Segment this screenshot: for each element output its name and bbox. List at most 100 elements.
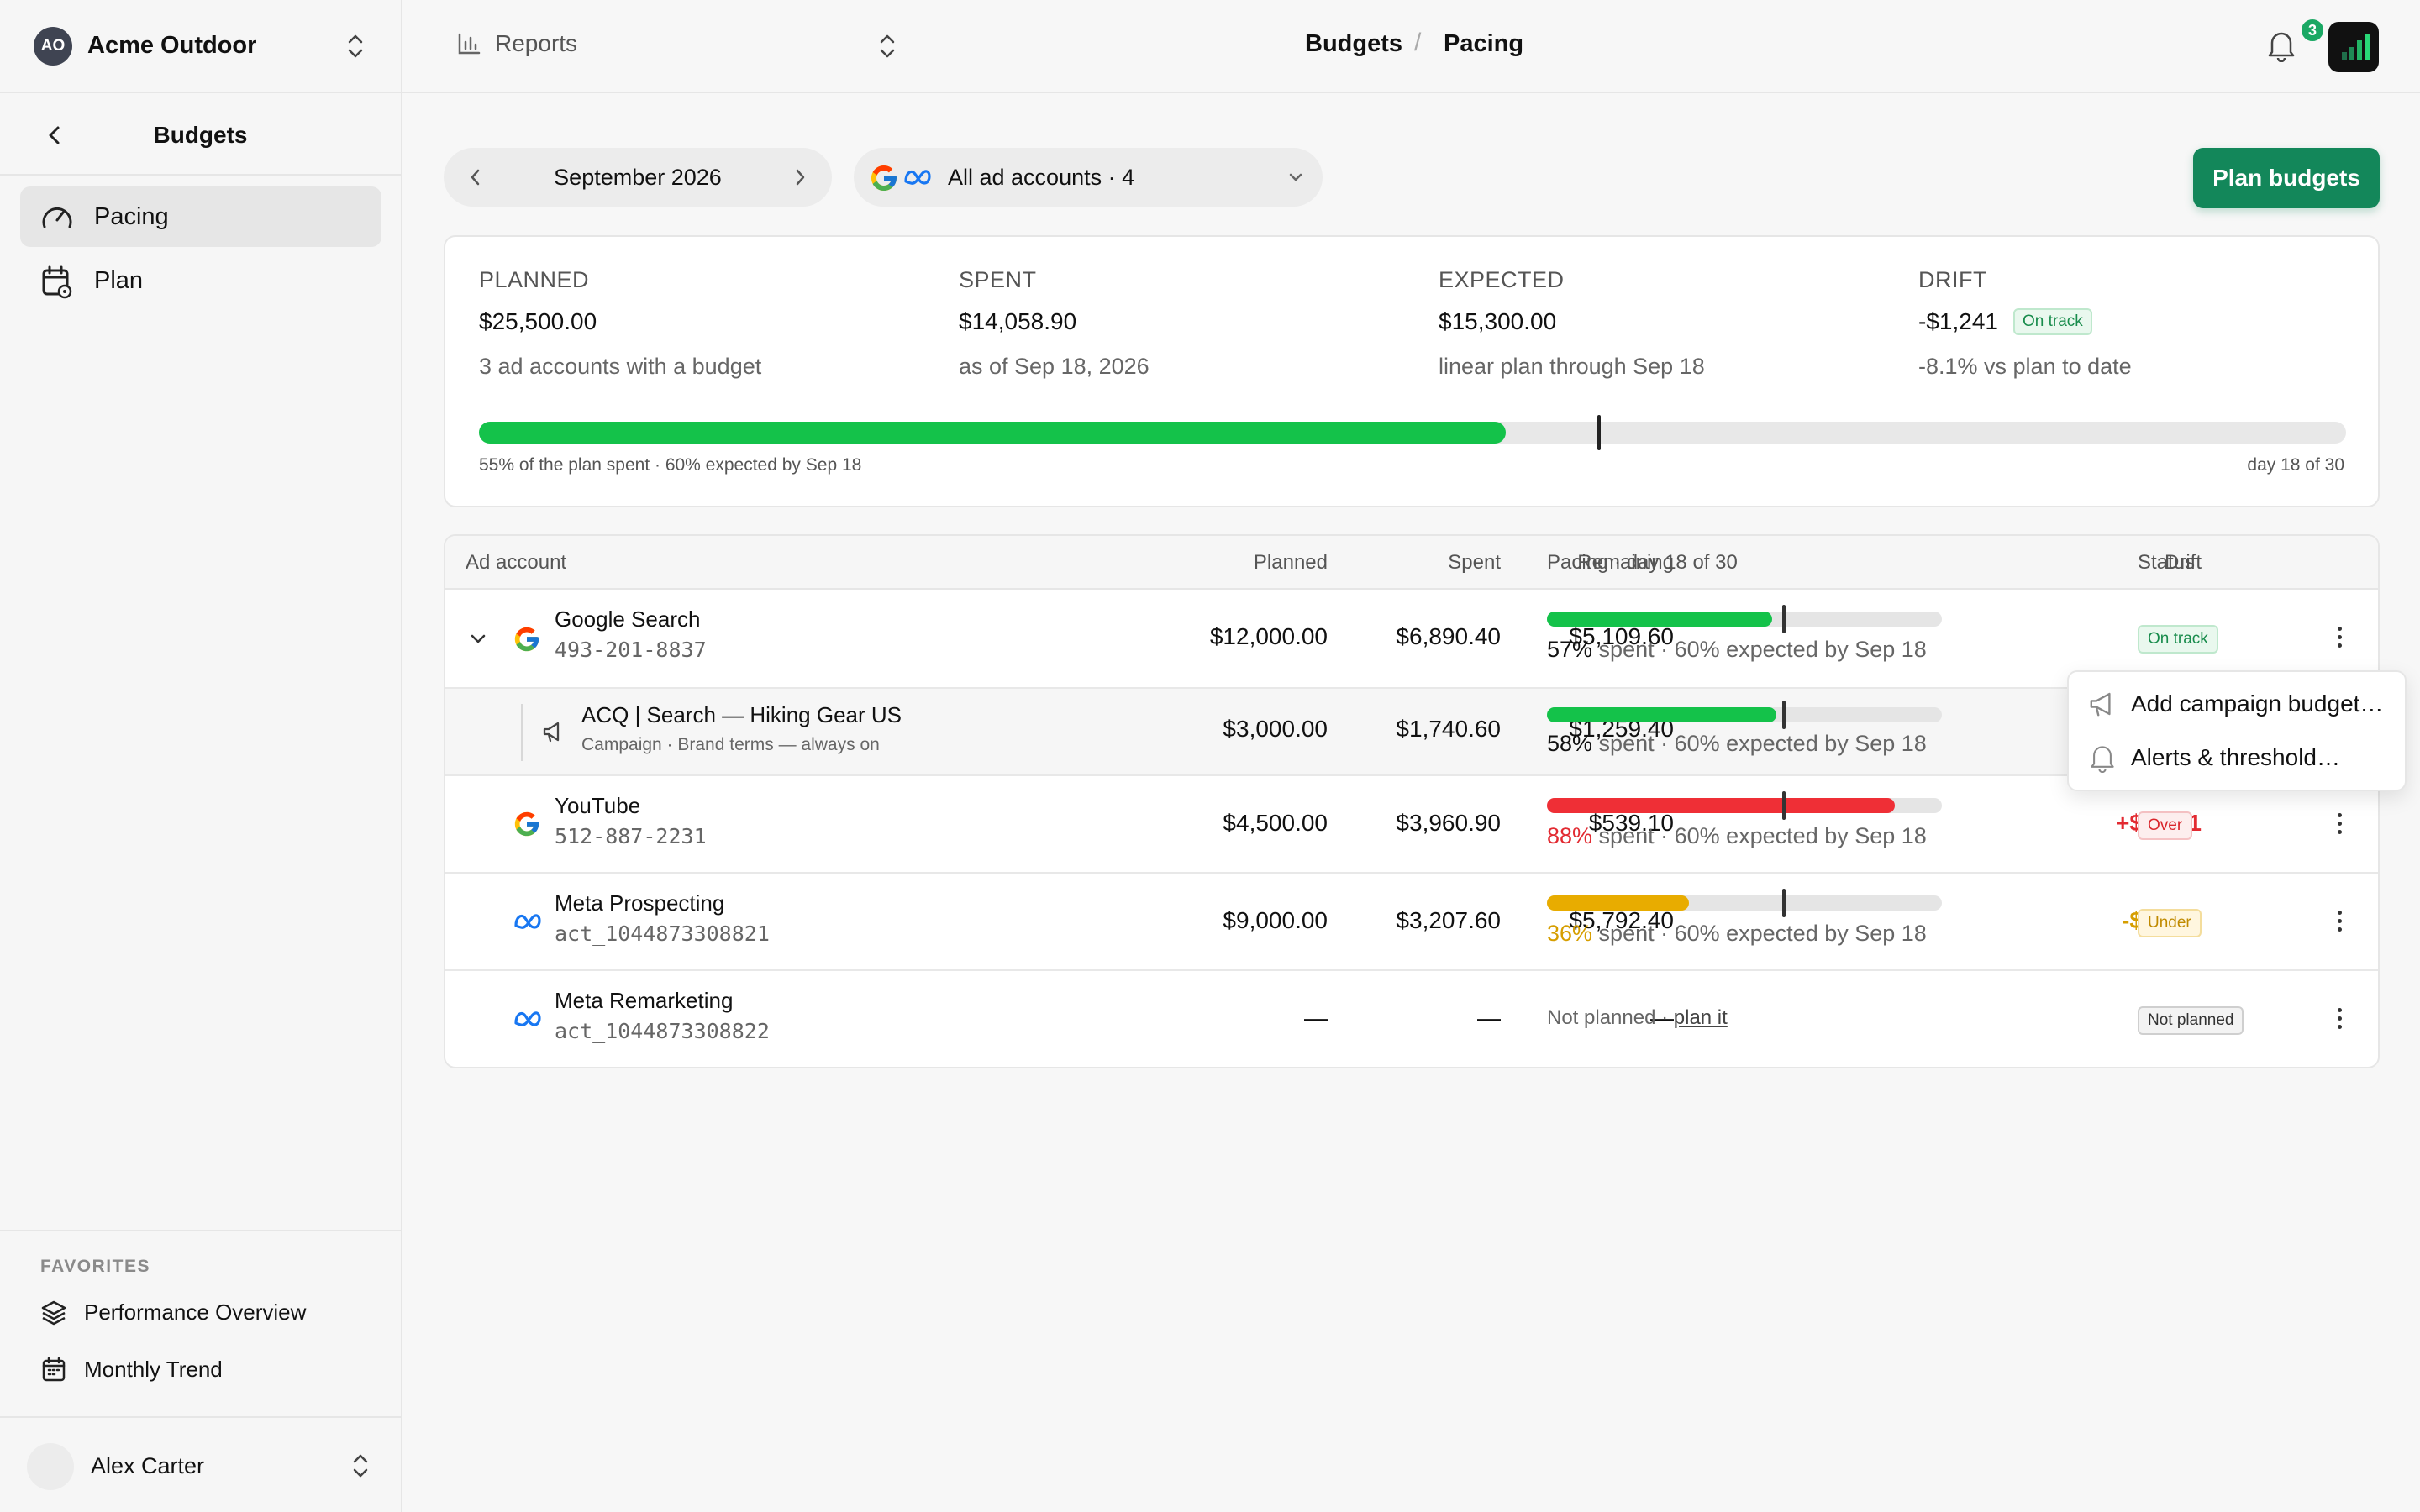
account-id: act_1044873308822 — [555, 1019, 770, 1043]
pacing-text: 57% spent · 60% expected by Sep 18 — [1547, 637, 1927, 663]
favorite-label: Performance Overview — [84, 1299, 307, 1325]
not-planned-text: Not planned · plan it — [1547, 1006, 1728, 1030]
account-name: Meta Remarketing — [555, 988, 734, 1013]
pacing-bar — [1547, 791, 1942, 820]
row-more-icon[interactable] — [2336, 1008, 2343, 1033]
expected-marker — [1782, 889, 1786, 917]
table-row[interactable]: Meta Prospecting act_1044873308821 $9,00… — [445, 874, 2378, 971]
kpi-subtext: as of Sep 18, 2026 — [959, 354, 1150, 379]
megaphone-icon — [2090, 692, 2111, 717]
pacing-percent: 58% — [1547, 731, 1593, 756]
tree-line — [521, 704, 523, 761]
breadcrumb-separator: / — [1414, 29, 1422, 56]
nav-item-plan[interactable]: Plan — [20, 250, 381, 311]
favorite-label: Monthly Trend — [84, 1356, 223, 1382]
month-label: September 2026 — [554, 165, 722, 190]
google-logo-icon — [514, 627, 539, 652]
spent-value: $6,890.40 — [1396, 623, 1501, 649]
pacing-detail: spent · 60% expected by Sep 18 — [1592, 731, 1927, 756]
chevron-down-icon[interactable] — [467, 628, 489, 650]
expected-marker — [1597, 415, 1602, 450]
kpi-label: PLANNED — [479, 267, 590, 292]
account-id: 512-887-2231 — [555, 824, 707, 848]
expected-marker — [1782, 791, 1786, 820]
favorite-performance-overview[interactable]: Performance Overview — [40, 1299, 306, 1326]
workspace-switcher[interactable]: AO Acme Outdoor — [0, 0, 401, 93]
pacing-fill — [1547, 895, 1690, 911]
status-badge: On track — [2138, 625, 2218, 654]
kpi-subtext: linear plan through Sep 18 — [1439, 354, 1705, 379]
table-header: Ad account Planned Spent Remaining Pacin… — [445, 536, 2378, 590]
planned-value: — — [1304, 1005, 1328, 1031]
expected-marker — [1782, 701, 1786, 729]
plan-budgets-button[interactable]: Plan budgets — [2193, 148, 2380, 208]
report-selector[interactable]: Reports — [456, 30, 577, 57]
meta-logo-icon — [514, 1011, 541, 1026]
col-spent: Spent — [1448, 551, 1501, 574]
pacing-detail: spent · 60% expected by Sep 18 — [1592, 823, 1927, 848]
account-cell: Meta Prospecting act_1044873308821 — [555, 890, 770, 946]
pacing-text: 58% spent · 60% expected by Sep 18 — [1547, 731, 1927, 757]
plan-it-link[interactable]: plan it — [1674, 1006, 1728, 1029]
account-cell: Meta Remarketing act_1044873308822 — [555, 988, 770, 1043]
gauge-icon — [42, 207, 72, 228]
kpi-value: $25,500.00 — [479, 308, 597, 334]
user-menu[interactable]: Alex Carter — [0, 1416, 401, 1512]
chevron-right-icon[interactable] — [790, 166, 810, 188]
chevron-up-down-icon — [348, 34, 363, 58]
menu-item-alerts-threshold[interactable]: Alerts & threshold… — [2087, 743, 2340, 773]
menu-item-add-campaign-budget[interactable]: Add campaign budget… — [2087, 689, 2383, 719]
kpi-label: DRIFT — [1918, 267, 1987, 292]
account-filter-label: All ad accounts · 4 — [948, 165, 1135, 190]
table-row[interactable]: Meta Remarketing act_1044873308822 — — —… — [445, 971, 2378, 1067]
account-filter[interactable]: All ad accounts · 4 — [854, 148, 1323, 207]
pacing-percent: 57% — [1547, 637, 1593, 662]
chevron-down-icon — [1289, 173, 1302, 181]
menu-item-label: Add campaign budget… — [2131, 690, 2384, 717]
col-ad-account: Ad account — [466, 551, 567, 574]
kpi-value: -$1,241 — [1918, 308, 1998, 334]
favorite-monthly-trend[interactable]: Monthly Trend — [40, 1356, 223, 1383]
google-logo-icon — [871, 165, 897, 191]
spent-value: $1,740.60 — [1396, 716, 1501, 742]
kpi-spent: SPENT $14,058.90 as of Sep 18, 2026 — [959, 267, 1150, 380]
layers-icon — [41, 1300, 66, 1326]
account-name: YouTube — [555, 793, 641, 818]
progress-caption: 55% of the plan spent · 60% expected by … — [479, 455, 862, 475]
row-more-icon[interactable] — [2336, 911, 2343, 936]
bell-icon[interactable] — [2265, 29, 2297, 62]
pacing-fill — [1547, 707, 1776, 722]
kpi-label: SPENT — [959, 267, 1037, 292]
progress-day-caption: day 18 of 30 — [2247, 455, 2344, 475]
bar-chart-icon — [458, 33, 481, 55]
kpi-value: $14,058.90 — [959, 308, 1077, 334]
pacing-bar — [1547, 701, 1942, 729]
chevron-up-down-icon[interactable] — [876, 32, 898, 60]
nav-item-pacing[interactable]: Pacing — [20, 186, 381, 247]
kpi-drift: DRIFT -$1,241 On track -8.1% vs plan to … — [1918, 267, 2132, 380]
budget-table: Ad account Planned Spent Remaining Pacin… — [444, 534, 2380, 1068]
breadcrumb-budgets[interactable]: Budgets — [1305, 30, 1402, 58]
col-planned: Planned — [1253, 551, 1328, 574]
notification-badge: 3 — [2299, 17, 2326, 44]
nav-item-label: Plan — [94, 266, 144, 294]
kpi-label: EXPECTED — [1439, 267, 1565, 292]
nav-item-label: Pacing — [94, 202, 169, 230]
chevron-up-down-icon — [353, 1454, 368, 1478]
pacing-text: 36% spent · 60% expected by Sep 18 — [1547, 921, 1927, 947]
calendar-icon — [42, 1357, 66, 1382]
planned-value: $12,000.00 — [1209, 623, 1328, 649]
kpi-value: $15,300.00 — [1439, 308, 1557, 334]
favorites-title: FAVORITES — [40, 1257, 150, 1276]
report-selector-label: Reports — [495, 30, 578, 56]
row-more-icon[interactable] — [2336, 813, 2343, 838]
plan-progress-bar — [479, 415, 2346, 450]
status-badge: Under — [2138, 909, 2202, 937]
row-more-icon[interactable] — [2336, 627, 2343, 652]
pacing-bar — [1547, 605, 1942, 633]
progress-fill-spent — [479, 422, 1507, 444]
menu-item-label: Alerts & threshold… — [2131, 744, 2340, 770]
pacing-percent: 36% — [1547, 921, 1593, 946]
app-logo[interactable] — [2328, 22, 2379, 72]
bell-icon — [2091, 746, 2114, 773]
